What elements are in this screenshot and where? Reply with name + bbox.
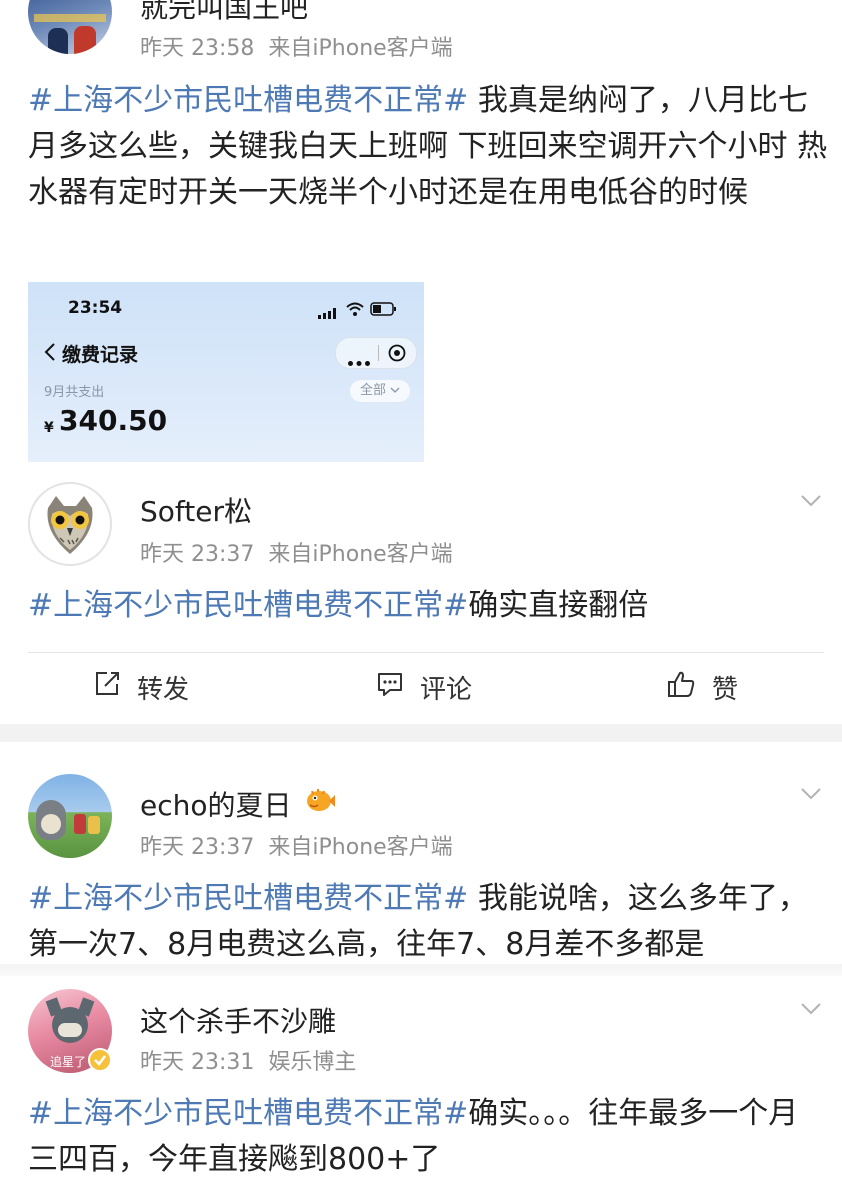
post-meta: 昨天 23:31 娱乐博主 (140, 1044, 356, 1076)
divider (28, 652, 824, 653)
mini-program-capsule[interactable] (335, 337, 417, 369)
username[interactable]: Softer松 (140, 490, 252, 530)
post-text: #上海不少市民吐槽电费不正常#确实直接翻倍 (28, 583, 828, 629)
username[interactable]: echo的夏日 (140, 784, 292, 824)
repost-button[interactable]: 转发 (93, 666, 189, 708)
verified-badge-icon (88, 1048, 112, 1076)
nav-title: 缴费记录 (62, 344, 139, 366)
avatar[interactable] (28, 482, 112, 566)
hashtag-link[interactable]: #上海不少市民吐槽电费不正常# (28, 881, 468, 916)
spend-amount: 340.50 (59, 404, 168, 437)
hashtag-link[interactable]: #上海不少市民吐槽电费不正常# (28, 588, 468, 623)
post-image[interactable]: 23:54 缴费记录 9月共支出 全部 ¥ 340.50 (28, 282, 424, 462)
hashtag-link[interactable]: #上海不少市民吐槽电费不正常# (28, 83, 468, 118)
filter-label: 全部 (360, 383, 387, 398)
post-meta: 昨天 23:37 来自iPhone客户端 (140, 536, 453, 568)
hashtag-link[interactable]: #上海不少市民吐槽电费不正常# (28, 1096, 468, 1131)
post-text: #上海不少市民吐槽电费不正常# 我能说啥，这么多年了，第一次7、8月电费这么高，… (28, 876, 828, 964)
post-time: 昨天 23:37 (140, 835, 255, 860)
post-source: 来自iPhone客户端 (268, 542, 453, 567)
post-meta: 昨天 23:37 来自iPhone客户端 (140, 829, 453, 861)
close-target-icon[interactable] (388, 344, 406, 366)
more-icon[interactable] (348, 351, 370, 370)
section-gap (0, 724, 842, 742)
chevron-down-icon[interactable] (800, 1001, 822, 1020)
wifi-icon (346, 301, 364, 320)
filter-dropdown[interactable]: 全部 (350, 380, 410, 402)
chevron-down-icon[interactable] (800, 786, 822, 805)
post-text-clip: #上海不少市民吐槽电费不正常# 我能说啥，这么多年了，第一次7、8月电费这么高，… (28, 876, 828, 964)
thumbs-up-icon (666, 669, 712, 706)
username[interactable]: 就完叫国王吧 (140, 0, 308, 26)
post-time: 昨天 23:37 (140, 542, 255, 567)
battery-icon (370, 301, 398, 320)
like-button[interactable]: 赞 (666, 666, 738, 708)
post-body: 确实直接翻倍 (468, 588, 649, 623)
currency-symbol: ¥ (44, 420, 54, 436)
avatar-caption: 追星了 (50, 1055, 87, 1069)
avatar[interactable] (28, 0, 112, 54)
post-meta: 昨天 23:58 来自iPhone客户端 (140, 30, 453, 62)
chevron-down-icon (390, 380, 400, 408)
like-label: 赞 (712, 674, 739, 705)
comment-label: 评论 (420, 674, 473, 705)
spend-label: 9月共支出 (44, 385, 105, 400)
status-clock: 23:54 (68, 298, 123, 318)
post-source: 娱乐博主 (268, 1050, 357, 1075)
username[interactable]: 这个杀手不沙雕 (140, 1000, 336, 1040)
chevron-down-icon[interactable] (800, 493, 822, 512)
comment-button[interactable]: 评论 (376, 666, 472, 708)
post-source: 来自iPhone客户端 (268, 36, 453, 61)
repost-icon (93, 670, 137, 705)
avatar[interactable] (28, 774, 112, 858)
post-time: 昨天 23:31 (140, 1050, 255, 1075)
comment-icon (376, 670, 420, 705)
owl-avatar-image (47, 496, 93, 554)
post-time: 昨天 23:58 (140, 36, 255, 61)
back-icon[interactable] (44, 342, 56, 366)
section-divider (0, 964, 842, 976)
post-text: #上海不少市民吐槽电费不正常# 我真是纳闷了，八月比七月多这么些，关键我白天上班… (28, 78, 828, 216)
repost-label: 转发 (137, 674, 190, 705)
post-text: #上海不少市民吐槽电费不正常#确实。。。往年最多一个月三四百，今年直接飚到800… (28, 1091, 828, 1183)
username-text: echo的夏日 (140, 789, 292, 822)
pufferfish-badge-icon (304, 786, 336, 818)
post-source: 来自iPhone客户端 (268, 835, 453, 860)
signal-icon (318, 304, 340, 323)
